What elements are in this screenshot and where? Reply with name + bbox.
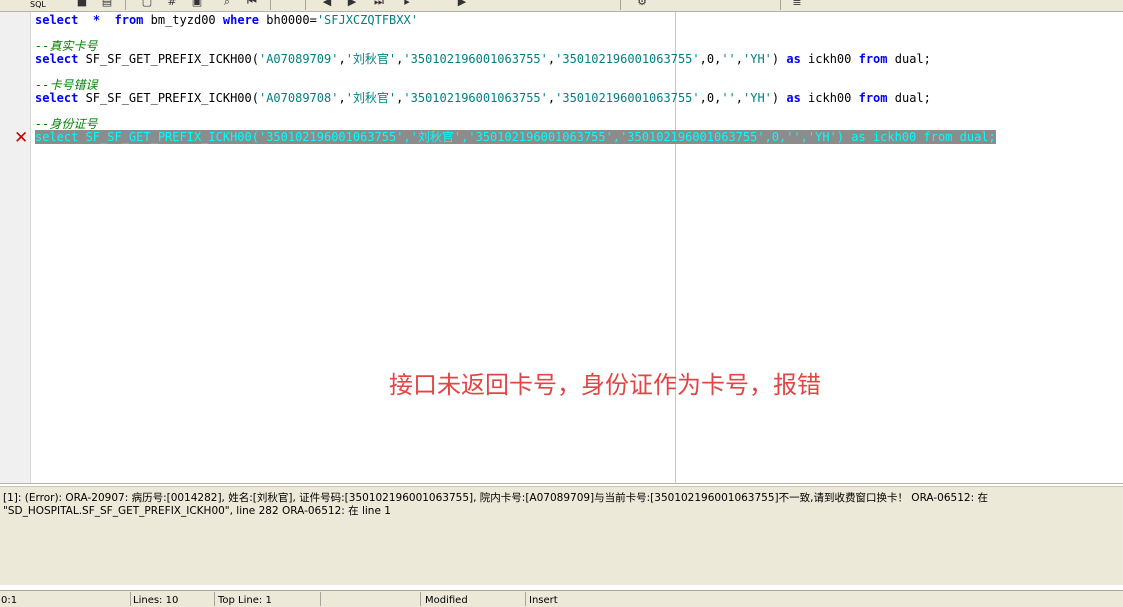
code-text: , <box>338 91 346 105</box>
code-text: ickh00 <box>800 91 859 105</box>
keyword: where <box>222 13 260 27</box>
status-divider <box>420 592 421 606</box>
keyword: as <box>786 91 801 105</box>
keyword: select <box>35 52 79 66</box>
status-divider <box>320 592 321 606</box>
code-text: ,0, <box>699 52 722 66</box>
first-icon[interactable]: ⏮ <box>245 0 259 8</box>
keyword: from <box>114 13 144 27</box>
code-text: , <box>735 52 743 66</box>
string-literal: 'YH' <box>743 91 772 105</box>
toolbar: SQL ■ ▤ ▢ # ▣ ⌕ ⏮ ◀ ▶ ⏭ ▸ ▶ ⚙ ≣ <box>0 0 1123 12</box>
keyword: from <box>858 91 888 105</box>
right-margin-line <box>675 12 676 483</box>
error-message[interactable]: [1]: (Error): ORA-20907: 病历号:[0014282], … <box>3 492 1118 518</box>
string-literal: '350102196001063755' <box>555 52 700 66</box>
string-literal: '' <box>721 52 736 66</box>
string-literal: '刘秋官' <box>345 52 397 66</box>
tools-icon[interactable]: ⚙ <box>635 0 649 8</box>
find-icon[interactable]: ⌕ <box>220 0 234 8</box>
print-icon[interactable]: ▤ <box>100 0 114 8</box>
code-text: ) <box>771 91 787 105</box>
status-divider <box>130 592 131 606</box>
keyword: select <box>35 91 79 105</box>
sql-button-label[interactable]: SQL <box>30 0 46 9</box>
code-line[interactable]: select * from bm_tyzd00 where bh0000='SF… <box>35 13 418 27</box>
toolbar-separator <box>125 0 126 10</box>
string-literal: 'YH' <box>743 52 772 66</box>
toolbar-separator <box>270 0 271 10</box>
comment: --真实卡号 <box>35 39 98 53</box>
cursor-position: 0:1 <box>1 595 18 606</box>
sql-editor[interactable]: ✕ select * from bm_tyzd00 where bh0000='… <box>0 12 1123 484</box>
keyword: as <box>786 52 801 66</box>
comment-line[interactable]: --卡号错误 <box>35 78 97 92</box>
explain-icon[interactable]: ▢ <box>140 0 154 8</box>
string-literal: '' <box>721 91 736 105</box>
string-literal: '350102196001063755' <box>555 91 700 105</box>
toolbar-separator <box>780 0 781 10</box>
modified-status: Modified <box>425 595 468 606</box>
code-line[interactable]: select SF_SF_GET_PREFIX_ICKH00('A0708970… <box>35 91 931 105</box>
code-text: bm_tyzd00 <box>143 13 223 27</box>
code-text: ) <box>771 52 787 66</box>
comment: --身份证号 <box>35 117 98 131</box>
editor-gutter <box>0 12 31 483</box>
code-text: , <box>338 52 346 66</box>
next-icon[interactable]: ▶ <box>345 0 359 8</box>
code-text: ,0, <box>699 91 722 105</box>
code-text: select SF_SF_GET_PREFIX_ICKH00('35010219… <box>35 130 996 144</box>
string-literal: 'A07089709' <box>258 52 339 66</box>
run-icon[interactable]: ▶ <box>455 0 469 8</box>
string-literal: '350102196001063755' <box>403 52 548 66</box>
layers-icon[interactable]: ≣ <box>790 0 804 8</box>
code-text: dual; <box>887 52 931 66</box>
code-text: bh0000= <box>259 13 317 27</box>
execute-icon[interactable]: ▣ <box>190 0 204 8</box>
string-literal: 'SFJXCZQTFBXX' <box>316 13 418 27</box>
code-text: ickh00 <box>800 52 859 66</box>
status-divider <box>525 592 526 606</box>
keyword: select <box>35 13 79 27</box>
status-divider <box>214 592 215 606</box>
step-icon[interactable]: ▸ <box>400 0 414 8</box>
code-line[interactable]: select SF_SF_GET_PREFIX_ICKH00('A0708970… <box>35 52 931 66</box>
line-count: Lines: 10 <box>133 595 179 606</box>
string-literal: '350102196001063755' <box>403 91 548 105</box>
save-icon[interactable]: ■ <box>75 0 89 8</box>
comment-line[interactable]: --身份证号 <box>35 117 97 131</box>
string-literal: '刘秋官' <box>345 91 397 105</box>
code-text: , <box>735 91 743 105</box>
edit-mode: Insert <box>529 595 558 606</box>
keyword: * <box>92 13 101 27</box>
comment-line[interactable]: --真实卡号 <box>35 39 97 53</box>
error-x-icon: ✕ <box>14 128 29 148</box>
string-literal: 'A07089708' <box>258 91 339 105</box>
prev-icon[interactable]: ◀ <box>320 0 334 8</box>
output-pane: [1]: (Error): ORA-20907: 病历号:[0014282], … <box>0 486 1123 585</box>
code-text: SF_SF_GET_PREFIX_ICKH00( <box>78 91 259 105</box>
fx-icon[interactable]: # <box>165 0 179 8</box>
code-text: SF_SF_GET_PREFIX_ICKH00( <box>78 52 259 66</box>
status-bar: 0:1 Lines: 10 Top Line: 1 Modified Inser… <box>0 590 1123 607</box>
code-text: dual; <box>887 91 931 105</box>
last-icon[interactable]: ⏭ <box>372 0 386 8</box>
top-line: Top Line: 1 <box>218 595 272 606</box>
keyword: from <box>858 52 888 66</box>
annotation-text: 接口未返回卡号，身份证作为卡号，报错 <box>389 371 821 399</box>
selected-code-line[interactable]: select SF_SF_GET_PREFIX_ICKH00('35010219… <box>35 130 996 144</box>
toolbar-separator <box>305 0 306 10</box>
comment: --卡号错误 <box>35 78 98 92</box>
toolbar-separator <box>620 0 621 10</box>
